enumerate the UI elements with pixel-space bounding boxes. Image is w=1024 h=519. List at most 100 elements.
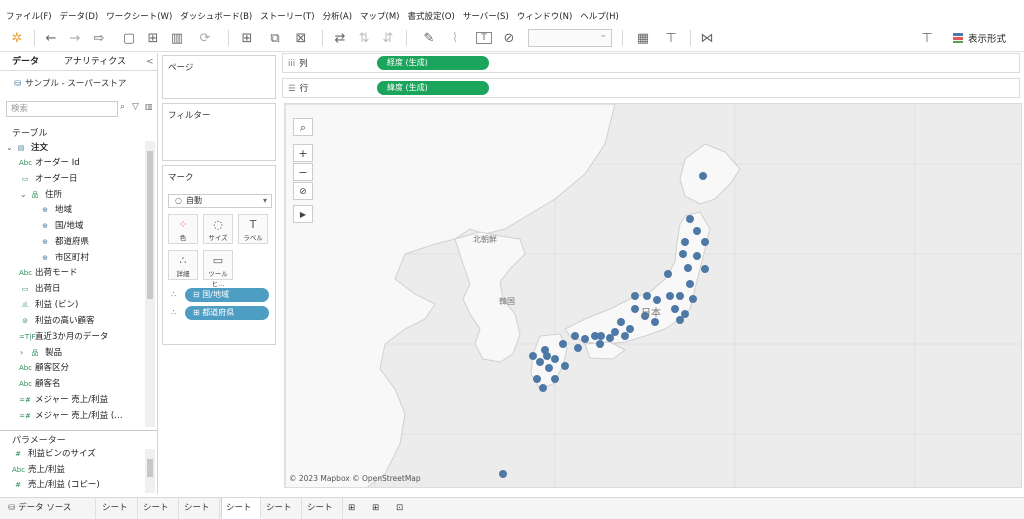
columns-shelf[interactable]: iii 列 経度 (生成): [282, 53, 1020, 73]
field-list-scrollbar[interactable]: [145, 141, 155, 427]
map-point[interactable]: [574, 344, 582, 352]
rows-shelf[interactable]: ☰ 行 緯度 (生成): [282, 78, 1020, 98]
map-point[interactable]: [561, 362, 569, 370]
expander-icon[interactable]: ⌄: [20, 187, 29, 202]
map-toolbar-expand-button[interactable]: ▶: [293, 205, 313, 223]
menu-item-10[interactable]: ヘルプ(H): [580, 10, 619, 22]
mark-type-dropdown[interactable]: ○ 自動 ▾: [168, 194, 272, 208]
map-point[interactable]: [606, 334, 614, 342]
map-point[interactable]: [651, 318, 659, 326]
clear-sheet-icon[interactable]: ⊠: [290, 29, 312, 47]
field-item[interactable]: =T|F直近3か月のデータ: [0, 330, 145, 345]
menu-item-1[interactable]: データ(D): [60, 10, 99, 22]
sheet-tab[interactable]: シート 2: [139, 498, 179, 519]
device-preview-icon[interactable]: ⊤: [662, 29, 680, 47]
field-item[interactable]: ⊕ 市区町村: [0, 251, 145, 266]
pin-icon[interactable]: ⊤: [918, 29, 936, 47]
map-point[interactable]: [693, 227, 701, 235]
expander-icon[interactable]: ⌄: [6, 140, 15, 155]
longitude-pill[interactable]: 経度 (生成): [377, 56, 489, 70]
swap-rows-cols-icon[interactable]: ⇄: [332, 29, 348, 47]
pill-prefecture[interactable]: ⊞ 都道府県: [185, 306, 269, 320]
map-point[interactable]: [653, 296, 661, 304]
run-update-icon[interactable]: ⟳: [194, 29, 216, 47]
map-point[interactable]: [666, 292, 674, 300]
sheet-tab[interactable]: シート 3: [180, 498, 220, 519]
menu-item-0[interactable]: ファイル(F): [6, 10, 52, 22]
group-members-icon[interactable]: ⌇: [446, 29, 464, 47]
map-point[interactable]: [631, 292, 639, 300]
parameter-item[interactable]: # 利益ビンのサイズ: [0, 447, 145, 462]
map-point[interactable]: [671, 305, 679, 313]
sort-descending-icon[interactable]: ⇵: [380, 29, 396, 47]
pill-country[interactable]: ⊟ 国/地域: [185, 288, 269, 302]
presentation-mode-icon[interactable]: ▦: [632, 29, 654, 47]
search-input[interactable]: 検索: [6, 101, 118, 117]
highlight-icon[interactable]: ✎: [418, 29, 440, 47]
field-item[interactable]: =# メジャー 売上/利益: [0, 393, 145, 408]
tab-analytics[interactable]: アナリティクス: [64, 53, 126, 71]
field-item[interactable]: ⌄ ▤ 注文: [0, 140, 145, 155]
fix-axes-icon[interactable]: ⊘: [500, 29, 518, 47]
duplicate-sheet-icon[interactable]: ⧉: [266, 29, 284, 47]
sheet-tab[interactable]: シート 4: [221, 498, 261, 519]
map-point[interactable]: [621, 332, 629, 340]
map-point[interactable]: [699, 172, 707, 180]
map-point[interactable]: [693, 252, 701, 260]
field-item[interactable]: ⊕ 地域: [0, 203, 145, 218]
menu-item-8[interactable]: サーバー(S): [463, 10, 509, 22]
field-item[interactable]: › 品製品: [0, 345, 145, 360]
map-point[interactable]: [686, 215, 694, 223]
map-point[interactable]: [545, 364, 553, 372]
map-point[interactable]: [701, 238, 709, 246]
field-item[interactable]: Abc 顧客区分: [0, 361, 145, 376]
save-icon[interactable]: ▢: [120, 29, 138, 47]
map-point[interactable]: [551, 375, 559, 383]
datasource-item[interactable]: ⛁ サンプル - スーパーストア: [14, 77, 126, 89]
detail-mark-button[interactable]: ∴ 詳細: [168, 250, 198, 280]
menu-item-7[interactable]: 書式設定(O): [407, 10, 454, 22]
field-item[interactable]: ⊕ 都道府県: [0, 235, 145, 250]
menu-item-5[interactable]: 分析(A): [323, 10, 352, 22]
map-point[interactable]: [643, 292, 651, 300]
parameter-item[interactable]: Abc 売上/利益: [0, 463, 145, 478]
collapse-pane-button[interactable]: <: [146, 53, 154, 71]
search-icon[interactable]: ⌕: [120, 102, 125, 112]
map-point[interactable]: [676, 292, 684, 300]
menu-item-2[interactable]: ワークシート(W): [106, 10, 172, 22]
replace-data-icon[interactable]: ⇨: [88, 29, 110, 47]
field-item[interactable]: ⊕ 国/地域: [0, 219, 145, 234]
map-point[interactable]: [529, 352, 537, 360]
field-item[interactable]: ⌄ 品住所: [0, 187, 145, 202]
map-point[interactable]: [676, 316, 684, 324]
map-point[interactable]: [591, 332, 599, 340]
tab-data[interactable]: データ: [12, 53, 39, 71]
field-item[interactable]: Abc 顧客名: [0, 377, 145, 392]
show-me-button[interactable]: 表示形式: [952, 29, 1006, 47]
sheet-tab[interactable]: シート 5: [262, 498, 302, 519]
map-point[interactable]: [559, 340, 567, 348]
reset-map-button[interactable]: ⊘: [293, 182, 313, 200]
map-point[interactable]: [684, 264, 692, 272]
new-datasource-icon[interactable]: ⊞: [144, 29, 162, 47]
map-point[interactable]: [536, 358, 544, 366]
map-point[interactable]: [631, 305, 639, 313]
view-options-icon[interactable]: ▥: [145, 102, 153, 111]
map-point[interactable]: [701, 265, 709, 273]
new-dashboard-icon[interactable]: ⊞: [368, 498, 388, 519]
latitude-pill[interactable]: 緯度 (生成): [377, 81, 489, 95]
map-point[interactable]: [596, 340, 604, 348]
menu-item-9[interactable]: ウィンドウ(N): [517, 10, 573, 22]
map-search-button[interactable]: ⌕: [293, 118, 313, 136]
tooltip-mark-button[interactable]: ▭ ツールヒ…: [203, 250, 233, 288]
map-point[interactable]: [681, 238, 689, 246]
map-point[interactable]: [617, 318, 625, 326]
color-mark-button[interactable]: ⁘ 色: [168, 214, 198, 244]
parameter-list-scrollbar[interactable]: [145, 449, 155, 493]
map-point[interactable]: [499, 470, 507, 478]
field-item[interactable]: ▭ オーダー日: [0, 172, 145, 187]
new-story-icon[interactable]: ⊡: [392, 498, 412, 519]
zoom-in-button[interactable]: +: [293, 144, 313, 162]
tableau-logo-icon[interactable]: ✲: [8, 29, 26, 47]
share-icon[interactable]: ⋈: [698, 29, 716, 47]
